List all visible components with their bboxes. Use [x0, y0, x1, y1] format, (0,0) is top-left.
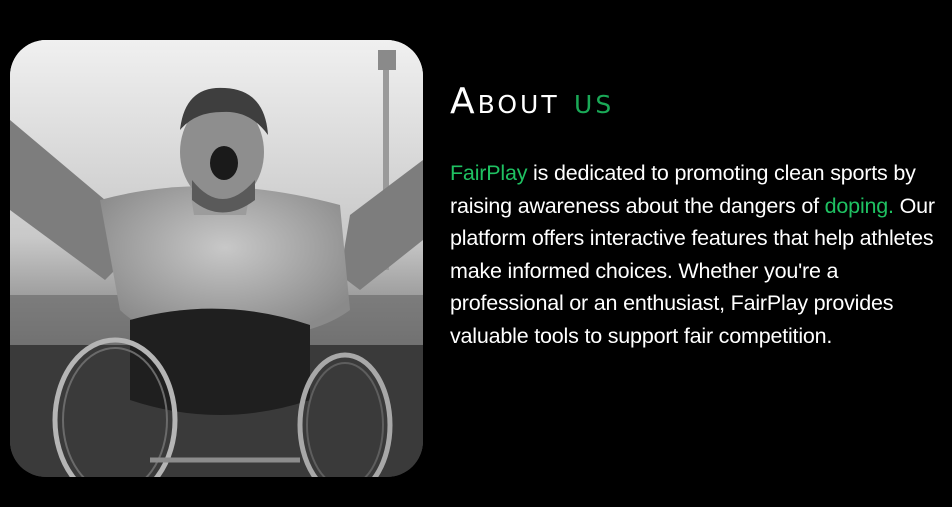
title-main: About: [450, 81, 560, 122]
brand-name: FairPlay: [450, 161, 528, 185]
about-section: About us FairPlay is dedicated to promot…: [0, 0, 952, 507]
about-description: FairPlay is dedicated to promoting clean…: [450, 157, 940, 352]
title-accent: us: [574, 81, 615, 122]
athlete-photo: [10, 40, 423, 477]
section-title: About us: [450, 80, 940, 124]
about-content: About us FairPlay is dedicated to promot…: [450, 80, 940, 352]
highlight-word: doping.: [824, 193, 894, 218]
